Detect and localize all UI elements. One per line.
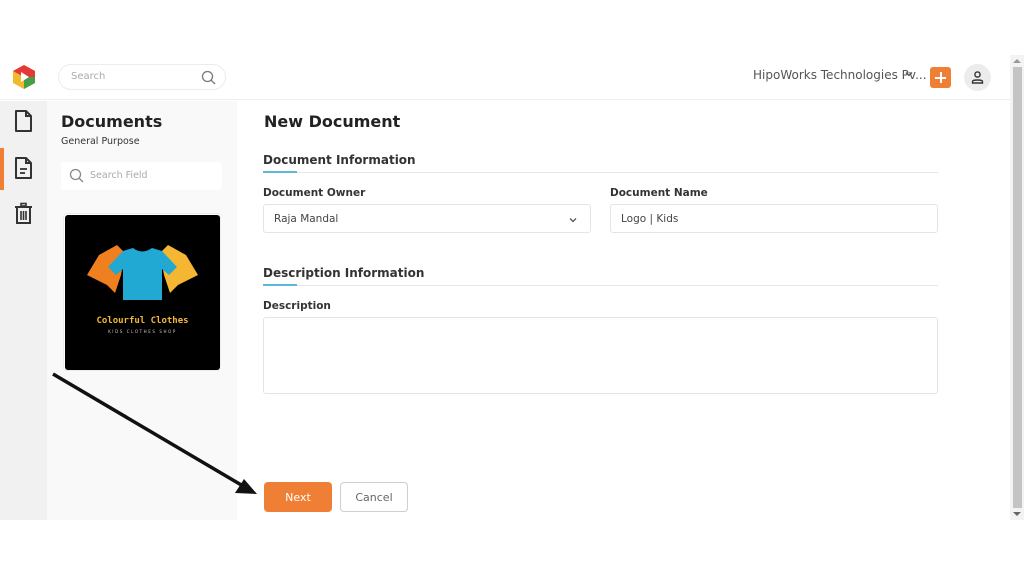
chevron-down-icon bbox=[569, 218, 577, 223]
file-text-icon bbox=[15, 157, 32, 179]
search-icon bbox=[69, 168, 84, 183]
section-title-document-info: Document Information bbox=[263, 153, 416, 167]
rail-item-documents[interactable] bbox=[0, 101, 47, 141]
logo-tagline: KIDS CLOTHES SHOP bbox=[108, 329, 177, 334]
user-icon bbox=[971, 71, 984, 84]
new-document-form: New Document Document Information Docume… bbox=[237, 101, 1010, 520]
cancel-button[interactable]: Cancel bbox=[340, 482, 408, 512]
vertical-scrollbar[interactable] bbox=[1010, 55, 1024, 520]
section-divider bbox=[263, 285, 938, 286]
search-icon[interactable] bbox=[201, 70, 216, 85]
page-title: New Document bbox=[264, 112, 401, 131]
add-button[interactable] bbox=[930, 67, 951, 88]
document-owner-select[interactable]: Raja Mandal bbox=[263, 204, 591, 233]
tshirt-logo-icon bbox=[87, 245, 198, 300]
global-search-placeholder: Search bbox=[71, 71, 106, 82]
section-accent bbox=[263, 284, 297, 286]
trash-icon bbox=[15, 202, 32, 224]
document-name-input[interactable] bbox=[610, 204, 938, 233]
icon-rail bbox=[0, 101, 47, 520]
rail-item-general-purpose[interactable] bbox=[0, 148, 47, 190]
document-thumbnail[interactable]: Colourful Clothes KIDS CLOTHES SHOP bbox=[63, 213, 221, 371]
scroll-down-arrow-icon[interactable] bbox=[1013, 512, 1021, 516]
global-search-input[interactable]: Search bbox=[58, 64, 226, 90]
panel-title: Documents bbox=[61, 112, 163, 131]
name-label: Document Name bbox=[610, 187, 708, 199]
section-accent bbox=[263, 171, 297, 173]
logo-title: Colourful Clothes bbox=[96, 316, 189, 326]
user-profile-button[interactable] bbox=[964, 64, 991, 91]
field-search-placeholder: Search Field bbox=[90, 170, 148, 181]
owner-label: Document Owner bbox=[263, 187, 366, 199]
top-bar: Search HipoWorks Technologies Pv... bbox=[0, 55, 1010, 100]
app-logo-icon[interactable] bbox=[11, 64, 37, 90]
next-button[interactable]: Next bbox=[264, 482, 332, 512]
logo-preview-image: Colourful Clothes KIDS CLOTHES SHOP bbox=[65, 215, 220, 370]
documents-panel: Documents General Purpose Search Field C… bbox=[47, 101, 237, 520]
app-window: Search HipoWorks Technologies Pv... Docu… bbox=[0, 55, 1024, 520]
chevron-down-icon[interactable] bbox=[904, 69, 914, 79]
section-title-description-info: Description Information bbox=[263, 266, 425, 280]
company-selector[interactable]: HipoWorks Technologies Pv... bbox=[753, 68, 927, 82]
panel-subtitle: General Purpose bbox=[61, 136, 140, 147]
description-label: Description bbox=[263, 300, 331, 312]
scroll-thumb[interactable] bbox=[1013, 67, 1022, 508]
rail-item-trash[interactable] bbox=[0, 194, 47, 234]
scroll-up-arrow-icon[interactable] bbox=[1013, 59, 1021, 63]
owner-value: Raja Mandal bbox=[274, 213, 339, 225]
file-icon bbox=[15, 110, 32, 132]
section-divider bbox=[263, 172, 938, 173]
field-search-input[interactable]: Search Field bbox=[61, 162, 222, 190]
description-textarea[interactable] bbox=[263, 317, 938, 394]
